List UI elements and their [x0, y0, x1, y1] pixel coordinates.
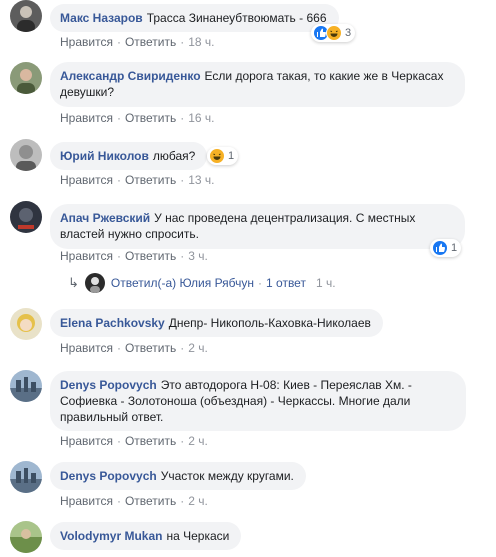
comment-time[interactable]: 2 ч.	[188, 494, 208, 508]
comment-actions: Нравится · Ответить · 18 ч.	[60, 35, 215, 49]
like-link[interactable]: Нравится	[60, 249, 113, 263]
view-replies-link[interactable]: ↳ Ответил(-а) Юлия Рябчун · 1 ответ 1 ч.	[68, 273, 336, 293]
reply-link[interactable]: Ответить	[125, 173, 176, 187]
comment-bubble: Юрий Николов любая?	[50, 142, 208, 170]
comment-bubble: Volodymyr Mukan на Черкаси	[50, 522, 242, 550]
comment-author[interactable]: Юрий Николов	[60, 149, 149, 163]
comment-bubble: Апач Ржевский У нас проведена децентрализ…	[50, 204, 465, 249]
comment-author[interactable]: Elena Pachkovsky	[60, 316, 165, 330]
comment-author[interactable]: Volodymyr Mukan	[60, 529, 162, 543]
comment-text: Участок между кругами.	[160, 469, 294, 483]
avatar	[84, 273, 105, 293]
comment-actions: Нравится · Ответить · 2 ч.	[60, 341, 208, 355]
comment-time[interactable]: 2 ч.	[188, 434, 208, 448]
replies-time: 1 ч.	[315, 276, 336, 290]
comment-author[interactable]: Апач Ржевский	[60, 211, 150, 225]
avatar[interactable]	[10, 461, 42, 493]
comment-time[interactable]: 16 ч.	[188, 111, 214, 125]
comment-bubble: Denys Popovych Это автодорога Н-08: Киев …	[50, 371, 466, 431]
like-link[interactable]: Нравится	[60, 111, 113, 125]
comment-time[interactable]: 2 ч.	[188, 341, 208, 355]
haha-icon	[326, 25, 342, 41]
reply-link[interactable]: Ответить	[125, 111, 176, 125]
comment-actions: Нравится · Ответить · 16 ч.	[60, 111, 215, 125]
comment-text: Днепр- Никополь-Каховка-Николаев	[168, 316, 371, 330]
comment-author[interactable]: Denys Popovych	[60, 378, 157, 392]
like-link[interactable]: Нравится	[60, 35, 113, 49]
comment-bubble: Denys Popovych Участок между кругами.	[50, 462, 306, 490]
haha-icon	[209, 148, 225, 164]
like-link[interactable]: Нравится	[60, 173, 113, 187]
avatar[interactable]	[10, 308, 42, 340]
comment-actions: Нравится · Ответить · 2 ч.	[60, 494, 208, 508]
replies-author-text[interactable]: Ответил(-а) Юлия Рябчун	[111, 276, 254, 290]
comment-text: любая?	[152, 149, 196, 163]
comment-actions: Нравится · Ответить · 3 ч.	[60, 249, 208, 263]
reaction-count: 3	[345, 27, 352, 39]
reply-link[interactable]: Ответить	[125, 341, 176, 355]
like-link[interactable]: Нравится	[60, 434, 113, 448]
comment-time[interactable]: 3 ч.	[188, 249, 208, 263]
comment-bubble: Elena Pachkovsky Днепр- Никополь-Каховка-…	[50, 309, 383, 337]
comment-text: на Черкаси	[166, 529, 230, 543]
comment-author[interactable]: Denys Popovych	[60, 469, 157, 483]
reply-link[interactable]: Ответить	[125, 434, 176, 448]
avatar[interactable]	[10, 139, 42, 171]
avatar[interactable]	[10, 0, 42, 32]
reply-link[interactable]: Ответить	[125, 249, 176, 263]
reaction-summary[interactable]: 1	[207, 147, 239, 165]
comment-author[interactable]: Александр Свириденко	[60, 69, 201, 83]
comment-time[interactable]: 13 ч.	[188, 173, 214, 187]
comment-bubble: Макс Назаров Трасса Зинанеубтвоюмать - 66…	[50, 4, 339, 32]
avatar[interactable]	[10, 521, 42, 553]
avatar[interactable]	[10, 62, 42, 94]
comment-text: Трасса Зинанеубтвоюмать - 666	[146, 11, 327, 25]
avatar[interactable]	[10, 201, 42, 233]
like-icon	[432, 240, 448, 256]
like-link[interactable]: Нравится	[60, 341, 113, 355]
avatar[interactable]	[10, 370, 42, 402]
comment-author[interactable]: Макс Назаров	[60, 11, 143, 25]
comment-actions: Нравится · Ответить · 13 ч.	[60, 173, 215, 187]
reaction-count: 1	[451, 242, 458, 254]
reply-link[interactable]: Ответить	[125, 494, 176, 508]
reply-arrow-icon: ↳	[68, 275, 79, 290]
replies-count[interactable]: 1 ответ	[266, 276, 306, 290]
reaction-summary[interactable]: 1	[430, 239, 462, 257]
reply-link[interactable]: Ответить	[125, 35, 176, 49]
comment-actions: Нравится · Ответить · 2 ч.	[60, 434, 208, 448]
reaction-summary[interactable]: 3	[311, 24, 356, 42]
comment-time[interactable]: 18 ч.	[188, 35, 214, 49]
comment-bubble: Александр Свириденко Если дорога такая, т…	[50, 62, 465, 107]
reaction-count: 1	[228, 150, 235, 162]
like-link[interactable]: Нравится	[60, 494, 113, 508]
